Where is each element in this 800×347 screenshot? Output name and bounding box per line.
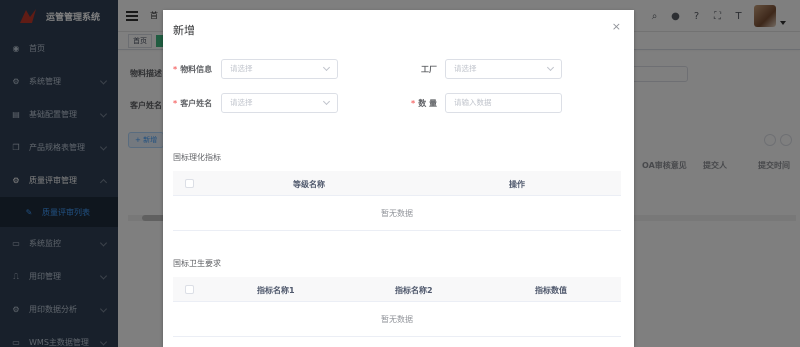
column-header-metric-value: 指标数值 [535, 286, 567, 295]
add-dialog: 新增 × * 物料信息 请选择 工厂 请选择 * 客户姓名 请选择 * 数 量 请输入… [163, 10, 634, 347]
select-all-checkbox[interactable] [185, 179, 194, 188]
column-header-grade-name: 等级名称 [293, 180, 325, 189]
chevron-down-icon [322, 63, 331, 72]
column-header-metric-name-2: 指标名称2 [395, 286, 433, 295]
select-all-checkbox[interactable] [185, 285, 194, 294]
chevron-down-icon [322, 97, 331, 106]
close-icon[interactable]: × [612, 20, 621, 33]
section-title-physchem: 国标理化指标 [173, 153, 221, 162]
quantity-input[interactable]: 请输入数据 [445, 93, 562, 113]
customer-select[interactable]: 请选择 [221, 93, 338, 113]
material-select[interactable]: 请选择 [221, 59, 338, 79]
empty-text: 暂无数据 [173, 196, 621, 231]
chevron-down-icon [546, 63, 555, 72]
column-header-action: 操作 [509, 180, 525, 189]
customer-label: * 客户姓名 [173, 99, 213, 108]
empty-text: 暂无数据 [173, 302, 621, 337]
table-header: 等级名称 操作 [173, 171, 621, 196]
dialog-title: 新增 [173, 24, 195, 37]
material-label: * 物料信息 [173, 65, 213, 74]
factory-label: 工厂 [421, 65, 437, 74]
section-title-hygiene: 国标卫生要求 [173, 259, 221, 268]
factory-select[interactable]: 请选择 [445, 59, 562, 79]
quantity-label: * 数 量 [411, 99, 437, 108]
table-header: 指标名称1 指标名称2 指标数值 [173, 277, 621, 302]
column-header-metric-name-1: 指标名称1 [257, 286, 295, 295]
physchem-table: 等级名称 操作 暂无数据 [173, 171, 621, 231]
hygiene-table: 指标名称1 指标名称2 指标数值 暂无数据 [173, 277, 621, 337]
